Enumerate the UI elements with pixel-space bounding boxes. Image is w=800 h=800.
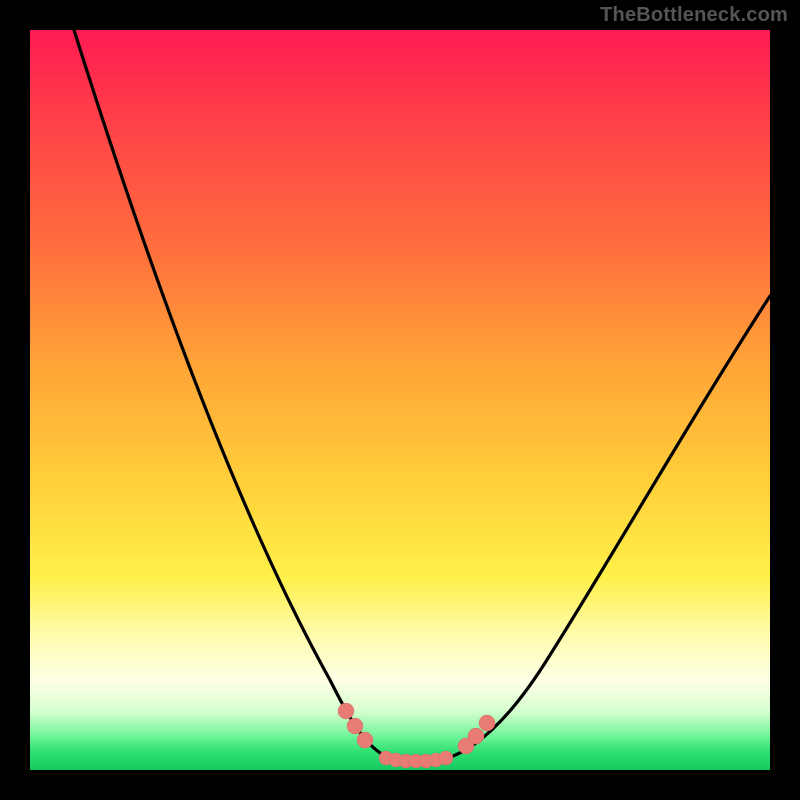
optimal-bottom-band — [379, 751, 453, 768]
optimal-right-cluster — [458, 715, 495, 754]
bottleneck-curve — [30, 30, 770, 770]
curve-path — [74, 30, 770, 763]
chart-frame: TheBottleneck.com — [0, 0, 800, 800]
watermark-text: TheBottleneck.com — [600, 4, 788, 27]
optimal-left-cluster — [338, 703, 373, 748]
plot-area — [30, 30, 770, 770]
